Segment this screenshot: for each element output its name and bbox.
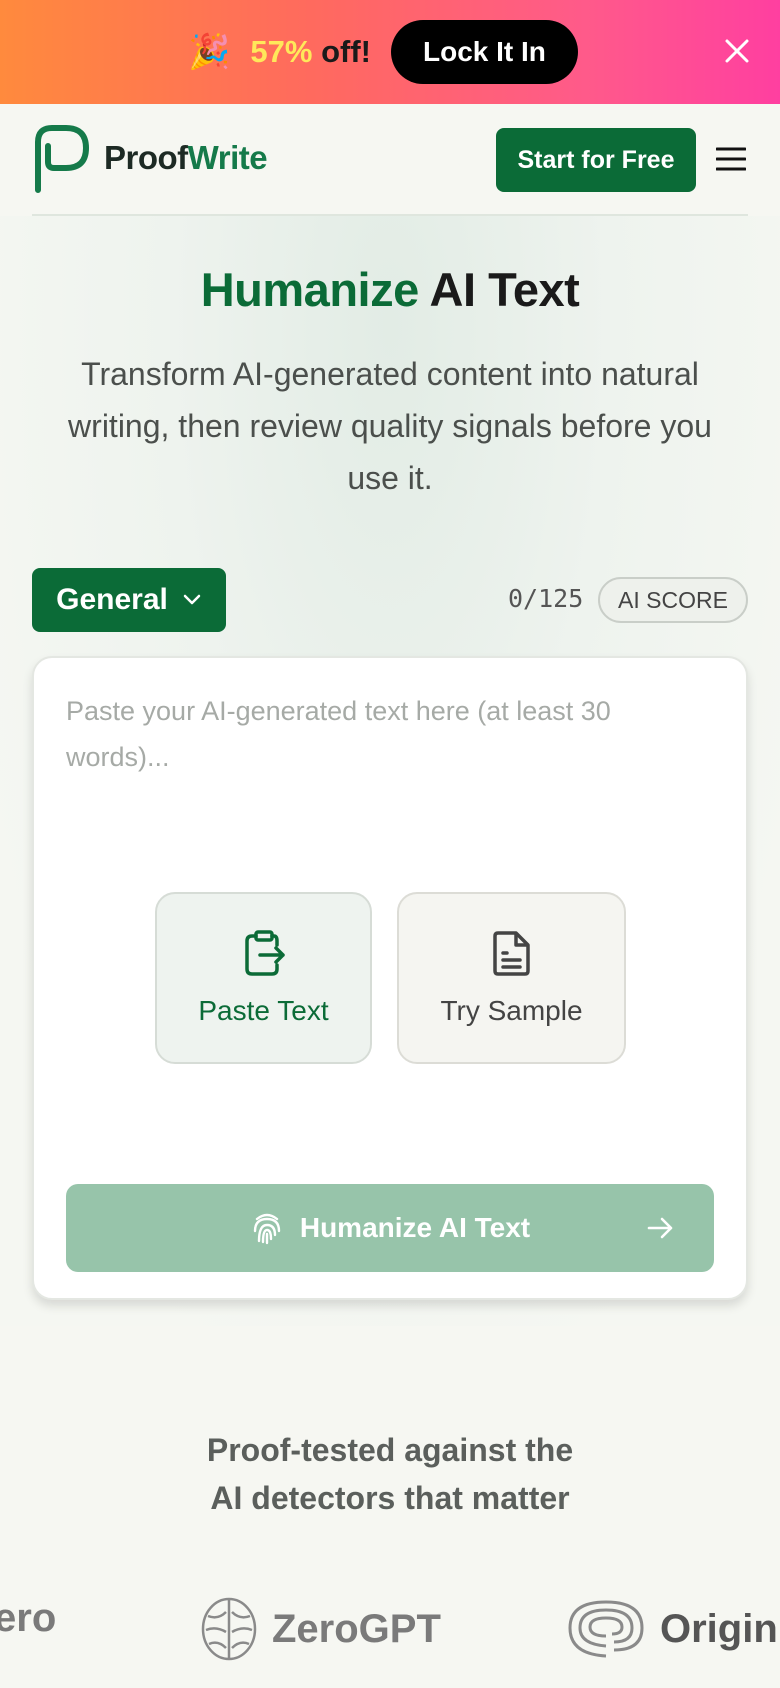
paste-text-label: Paste Text <box>198 995 329 1026</box>
text-input-placeholder[interactable]: Paste your AI-generated text here (at le… <box>66 688 706 780</box>
detector-name-originality: Origin <box>660 1606 778 1651</box>
humanize-label: Humanize AI Text <box>299 1212 531 1243</box>
brain-icon <box>201 1597 257 1661</box>
document-icon <box>492 931 530 976</box>
hamburger-menu-icon[interactable] <box>716 144 746 174</box>
detectors-heading: Proof-tested against the AI detectors th… <box>0 1426 780 1522</box>
page-title: Humanize AI Text <box>0 262 780 317</box>
proofwrite-logo-icon <box>35 125 89 193</box>
lock-it-in-button[interactable]: Lock It In <box>391 20 578 84</box>
originality-swirl-icon <box>568 1600 644 1658</box>
logo-write: Write <box>187 139 268 176</box>
party-popper-icon: 🎉 <box>188 33 231 71</box>
detector-name-partial: ero <box>0 1596 57 1640</box>
humanize-button[interactable]: Humanize AI Text <box>66 1184 714 1272</box>
word-count: 0/125 <box>508 584 584 613</box>
site-header: ProofWrite Start for Free <box>0 104 780 216</box>
proofwrite-logo[interactable]: ProofWrite <box>32 122 268 194</box>
mode-dropdown[interactable]: General <box>32 568 226 632</box>
fingerprint-icon <box>253 1213 281 1245</box>
arrow-right-icon <box>647 1217 673 1239</box>
detector-logo-originality: Origin <box>566 1596 778 1662</box>
detectors-heading-line2: AI detectors that matter <box>210 1480 570 1516</box>
start-for-free-button[interactable]: Start for Free <box>496 128 696 192</box>
promo-banner: 🎉 57% off! Lock It In <box>0 0 780 104</box>
mode-label: General <box>56 583 168 616</box>
detector-logo-zerogpt: ZeroGPT <box>200 1596 441 1662</box>
close-icon[interactable] <box>722 36 752 66</box>
ai-score-badge[interactable]: AI SCORE <box>598 577 748 623</box>
promo-off-text: off! <box>312 34 371 69</box>
promo-text: 57% off! <box>250 34 371 70</box>
detectors-heading-line1: Proof-tested against the <box>206 1432 574 1468</box>
paste-text-button[interactable]: Paste Text <box>155 892 372 1064</box>
page-subtitle: Transform AI-generated content into natu… <box>68 356 712 496</box>
detector-logos-strip: ero ZeroGPT Origin <box>0 1580 780 1688</box>
title-rest: AI Text <box>418 263 580 316</box>
logo-proof: Proof <box>104 139 188 176</box>
clipboard-paste-icon <box>244 930 285 976</box>
try-sample-button[interactable]: Try Sample <box>397 892 626 1064</box>
promo-discount: 57% <box>250 34 313 69</box>
chevron-down-icon <box>183 594 201 605</box>
detector-logo-partial: ero <box>0 1596 56 1641</box>
try-sample-label: Try Sample <box>440 995 583 1026</box>
detector-name-zerogpt: ZeroGPT <box>272 1606 441 1651</box>
logo-wordmark: ProofWrite <box>104 139 268 177</box>
title-highlight: Humanize <box>200 263 420 316</box>
